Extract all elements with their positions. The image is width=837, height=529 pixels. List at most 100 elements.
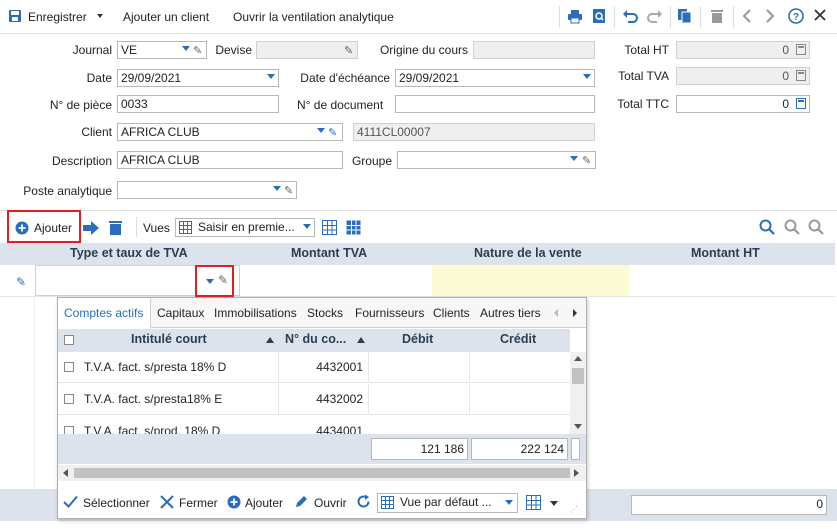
- column-header-credit[interactable]: Crédit: [500, 332, 536, 346]
- chevron-down-icon[interactable]: [267, 74, 275, 79]
- delete-icon[interactable]: [710, 8, 724, 27]
- vertical-scrollbar[interactable]: [570, 352, 586, 434]
- row-checkbox[interactable]: [64, 362, 74, 372]
- row-checkbox[interactable]: [64, 394, 74, 404]
- edit-icon[interactable]: ✎: [328, 126, 337, 139]
- tab-immobilisations[interactable]: Immobilisations: [214, 306, 297, 320]
- add-circle-icon[interactable]: [227, 495, 241, 512]
- close-icon[interactable]: [814, 9, 826, 24]
- column-header-intitule[interactable]: Intitulé court: [131, 332, 207, 346]
- add-client-button[interactable]: Ajouter un client: [123, 10, 209, 24]
- redo-icon[interactable]: [647, 9, 663, 26]
- close-button[interactable]: Fermer: [179, 496, 218, 510]
- chevron-down-icon[interactable]: [206, 279, 214, 284]
- tab-scroll-left-icon[interactable]: [554, 309, 558, 317]
- print-icon[interactable]: [567, 9, 583, 27]
- date-field[interactable]: 29/09/2021: [117, 69, 279, 87]
- chevron-down-icon[interactable]: [317, 128, 325, 133]
- chevron-down-icon[interactable]: [550, 501, 558, 506]
- echeance-field[interactable]: 29/09/2021: [395, 69, 595, 87]
- tab-clients[interactable]: Clients: [433, 306, 470, 320]
- arrow-right-icon[interactable]: [82, 221, 100, 238]
- close-x-icon[interactable]: [160, 495, 174, 512]
- column-header-debit[interactable]: Débit: [402, 332, 433, 346]
- chevron-down-icon[interactable]: [570, 156, 578, 161]
- chevron-down-icon[interactable]: [303, 224, 311, 229]
- chevron-down-icon[interactable]: [583, 74, 591, 79]
- popup-view-select[interactable]: Vue par défaut ...: [377, 493, 518, 513]
- view-select[interactable]: Saisir en premie...: [175, 218, 315, 237]
- grid-columns-icon[interactable]: [346, 220, 361, 238]
- add-circle-icon[interactable]: [15, 221, 29, 238]
- horizontal-scrollbar[interactable]: [58, 465, 586, 481]
- help-icon[interactable]: ?: [788, 8, 804, 27]
- edit-icon[interactable]: ✎: [284, 184, 293, 197]
- pencil-icon[interactable]: [294, 494, 309, 512]
- duplicate-icon[interactable]: [677, 8, 692, 27]
- check-icon[interactable]: [63, 495, 78, 511]
- refresh-icon[interactable]: [356, 494, 371, 512]
- column-header-type-tva[interactable]: Type et taux de TVA: [70, 246, 188, 260]
- edit-icon[interactable]: ✎: [582, 154, 591, 167]
- calculator-icon[interactable]: [796, 98, 806, 112]
- save-icon[interactable]: [8, 9, 22, 26]
- column-header-numero[interactable]: N° du co...: [285, 332, 346, 346]
- print-preview-icon[interactable]: [592, 8, 607, 27]
- open-button[interactable]: Ouvrir: [314, 496, 347, 510]
- previous-icon[interactable]: [741, 9, 753, 26]
- chevron-down-icon[interactable]: [505, 500, 513, 505]
- undo-icon[interactable]: [622, 9, 638, 26]
- grid-settings-icon[interactable]: [322, 220, 337, 238]
- add-line-button[interactable]: Ajouter: [34, 221, 72, 235]
- scroll-left-icon[interactable]: [63, 469, 68, 477]
- tab-capitaux[interactable]: Capitaux: [157, 306, 204, 320]
- tab-fournisseurs[interactable]: Fournisseurs: [355, 306, 424, 320]
- client-select[interactable]: AFRICA CLUB ✎: [117, 123, 343, 141]
- edit-icon[interactable]: ✎: [218, 273, 228, 287]
- table-row[interactable]: ✎ ✎: [0, 265, 835, 297]
- row-checkbox[interactable]: [64, 426, 74, 434]
- zoom-in-icon[interactable]: [784, 219, 800, 238]
- document-field[interactable]: [395, 95, 595, 113]
- tab-scroll-right-icon[interactable]: [573, 309, 577, 317]
- tab-autres-tiers[interactable]: Autres tiers: [480, 306, 541, 320]
- scroll-up-icon[interactable]: [574, 356, 582, 361]
- row-edit-icon[interactable]: ✎: [16, 275, 26, 289]
- chevron-down-icon[interactable]: [273, 186, 281, 191]
- column-header-montant-ht[interactable]: Montant HT: [691, 246, 760, 260]
- zoom-out-icon[interactable]: [808, 219, 824, 238]
- save-dropdown-icon[interactable]: [97, 14, 103, 18]
- grid-settings-icon[interactable]: [526, 495, 541, 513]
- scrollbar-thumb[interactable]: [74, 468, 570, 478]
- sort-icon[interactable]: [357, 337, 365, 343]
- poste-select[interactable]: ✎: [117, 181, 297, 199]
- tab-comptes-actifs[interactable]: Comptes actifs: [64, 306, 143, 320]
- edit-icon[interactable]: ✎: [193, 44, 202, 57]
- column-header-montant-tva[interactable]: Montant TVA: [291, 246, 367, 260]
- add-account-button[interactable]: Ajouter: [245, 496, 283, 510]
- nature-vente-cell[interactable]: [432, 265, 629, 296]
- search-icon[interactable]: [759, 219, 775, 238]
- resize-grip-icon[interactable]: ⋰: [570, 505, 578, 514]
- scroll-right-icon[interactable]: [574, 469, 579, 477]
- tab-stocks[interactable]: Stocks: [307, 306, 343, 320]
- scrollbar-thumb[interactable]: [572, 368, 584, 384]
- list-item[interactable]: T.V.A. fact. s/presta 18% D 4432001: [58, 352, 570, 383]
- sort-icon[interactable]: [266, 337, 274, 343]
- next-icon[interactable]: [764, 9, 776, 26]
- select-button[interactable]: Sélectionner: [83, 496, 150, 510]
- list-item[interactable]: T.V.A. fact. s/prod. 18% D 4434001: [58, 416, 570, 434]
- scroll-down-icon[interactable]: [574, 424, 582, 429]
- chevron-down-icon[interactable]: [182, 46, 190, 51]
- list-item[interactable]: T.V.A. fact. s/presta18% E 4432002: [58, 384, 570, 415]
- groupe-select[interactable]: ✎: [397, 151, 596, 169]
- piece-field[interactable]: 0033: [117, 95, 279, 113]
- save-button[interactable]: Enregistrer: [28, 10, 87, 24]
- total-ttc-field[interactable]: 0: [676, 95, 810, 113]
- open-analytic-button[interactable]: Ouvrir la ventilation analytique: [233, 10, 394, 24]
- journal-select[interactable]: VE ✎: [117, 41, 207, 59]
- trash-icon[interactable]: [109, 220, 122, 239]
- select-all-checkbox[interactable]: [64, 335, 74, 345]
- description-field[interactable]: AFRICA CLUB: [117, 151, 343, 169]
- column-header-nature-vente[interactable]: Nature de la vente: [474, 246, 582, 260]
